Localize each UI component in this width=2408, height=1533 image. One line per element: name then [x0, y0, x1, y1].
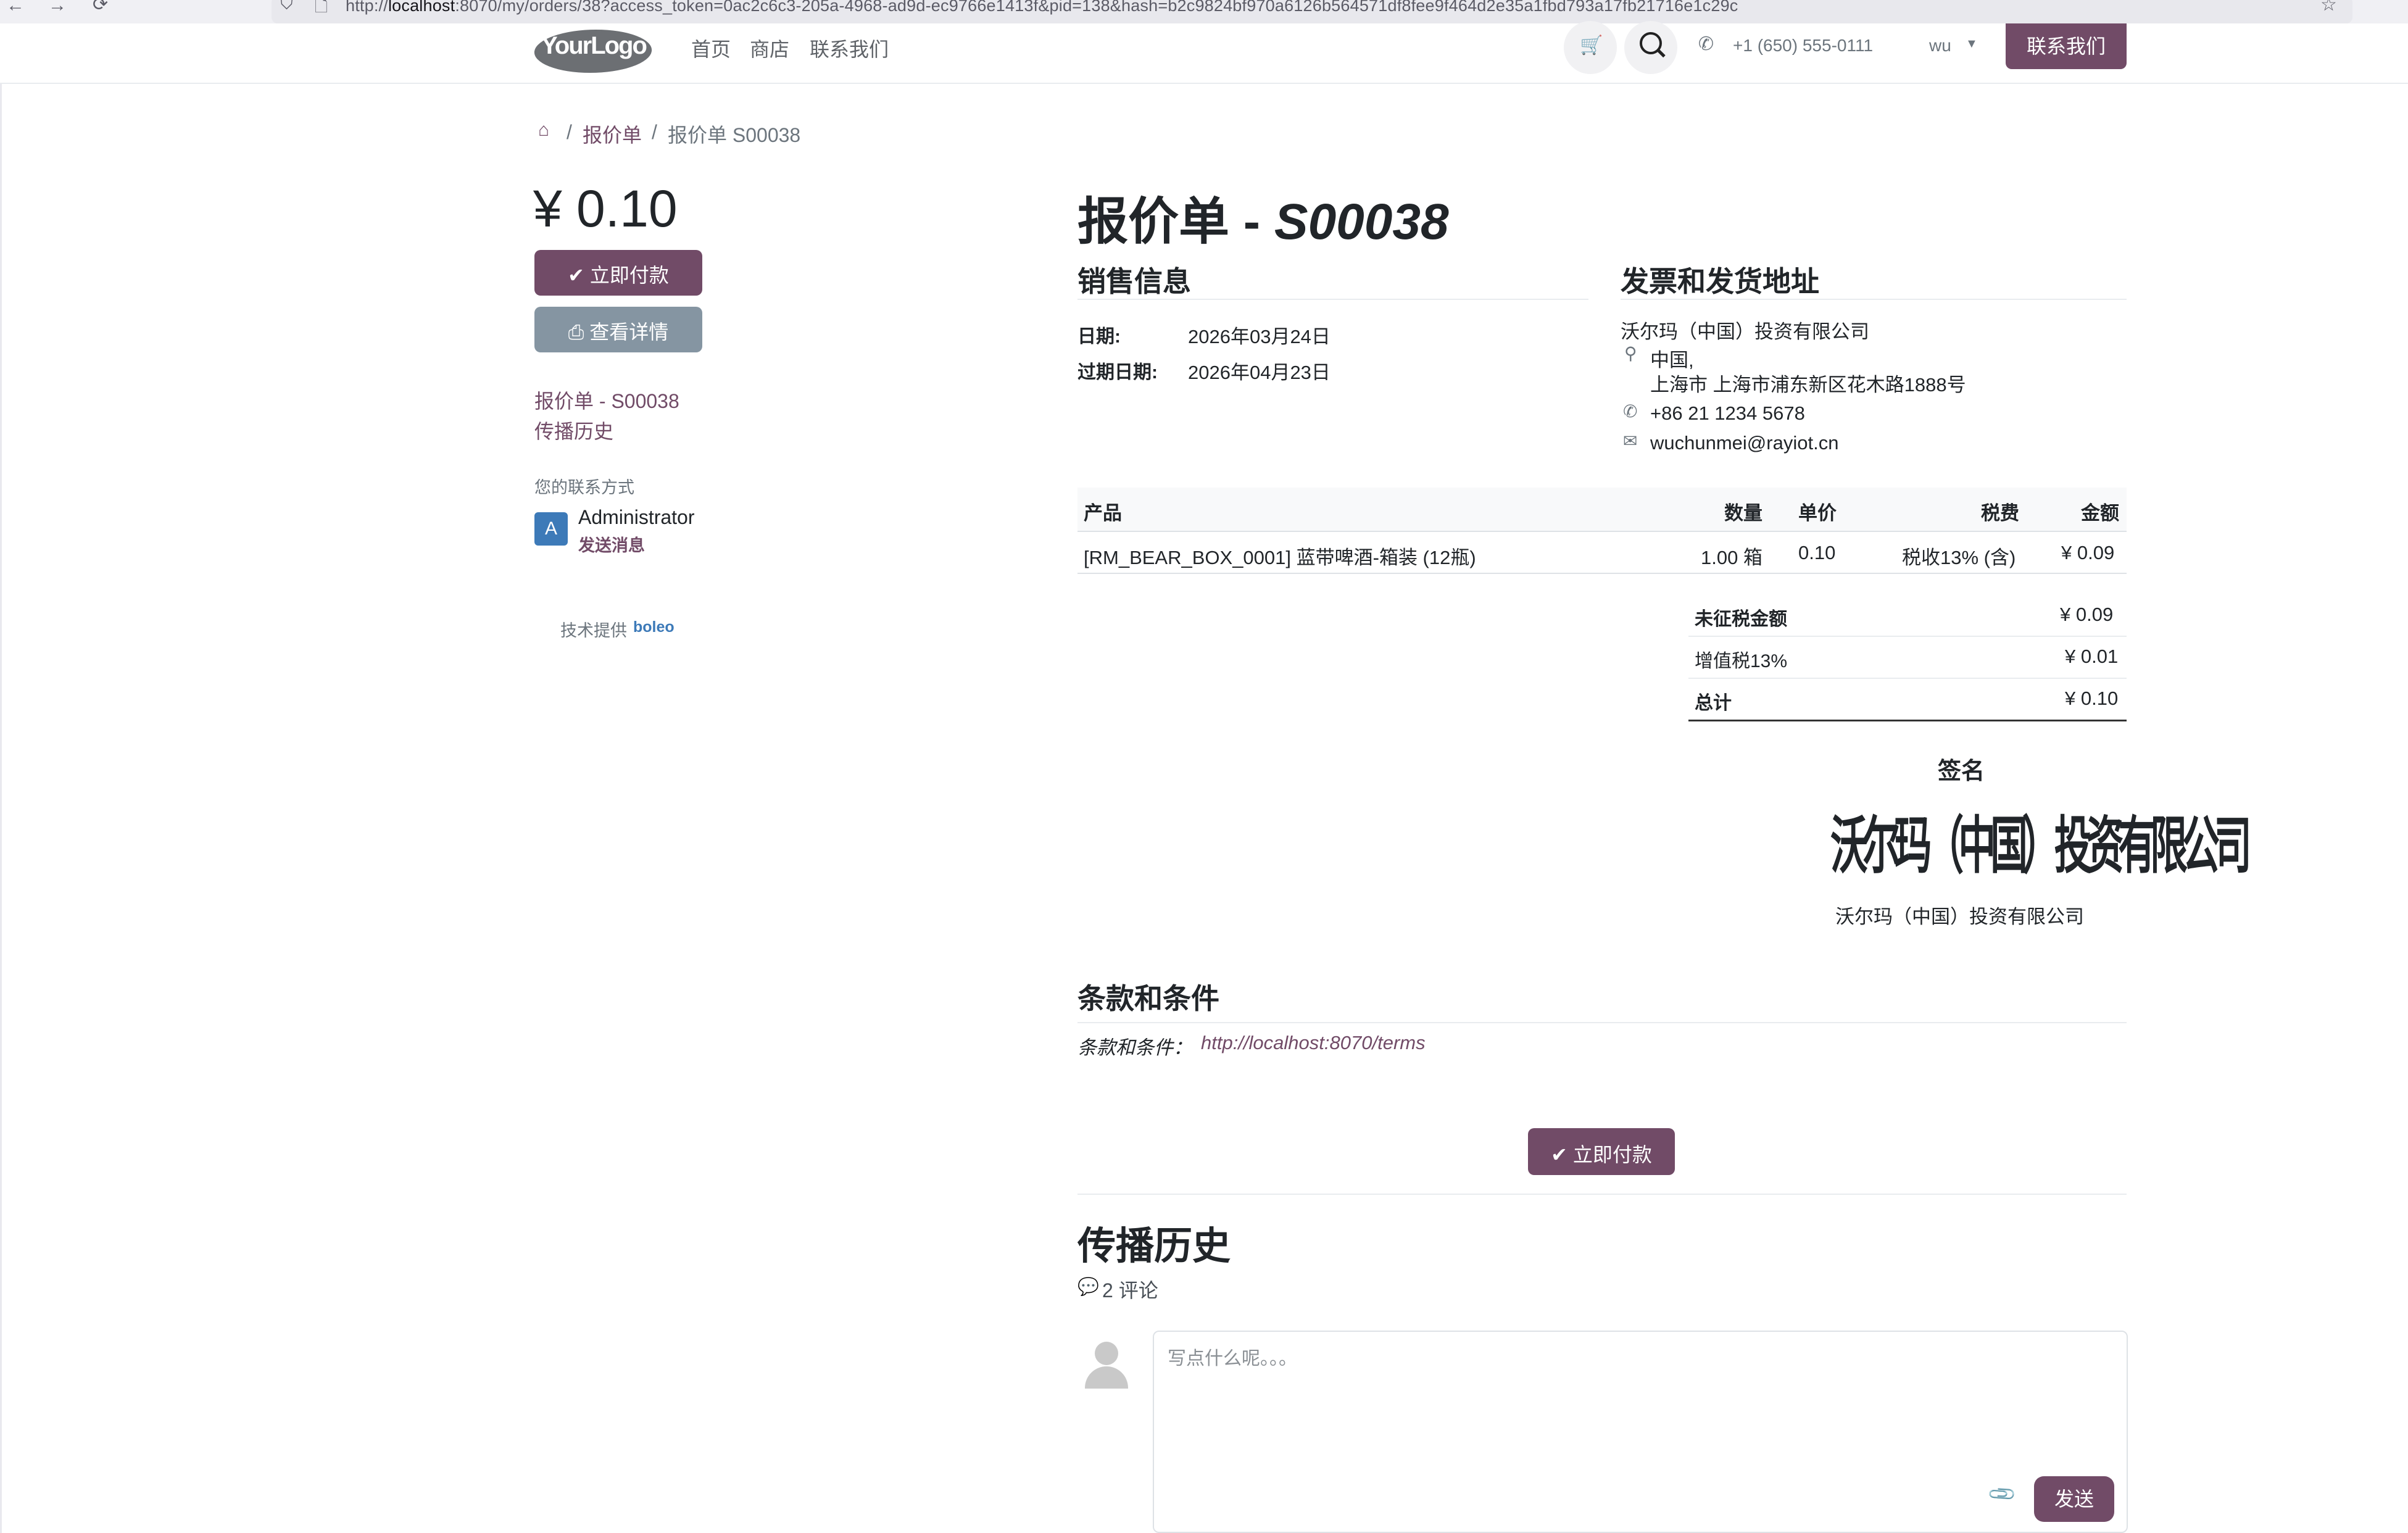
- divider-6: [1077, 1022, 2127, 1023]
- address-street: 上海市 上海市浦东新区花木路1888号: [1650, 374, 1966, 396]
- phone-icon: ✆: [1698, 34, 1714, 54]
- signature-title: 签名: [1938, 758, 1985, 784]
- contact-email: wuchunmei@rayiot.cn: [1650, 432, 1839, 454]
- bookmark-star-icon[interactable]: ☆: [2320, 0, 2337, 15]
- signer-name: 沃尔玛（中国）投资有限公司: [1835, 906, 2084, 928]
- logo-text: YourLogo: [541, 32, 647, 59]
- contact-name: Administrator: [578, 506, 695, 528]
- divider-4: [1688, 678, 2127, 679]
- divider-7: [1077, 1194, 2127, 1195]
- expiry-value: 2026年04月23日: [1188, 362, 1331, 383]
- view-label: 查看详情: [589, 321, 669, 343]
- contact-label: 您的联系方式: [534, 478, 634, 497]
- header-phone[interactable]: +1 (650) 555-0111: [1733, 36, 1873, 56]
- powered-brand[interactable]: boleo: [633, 618, 675, 636]
- sales-info-title: 销售信息: [1077, 265, 1191, 297]
- date-label: 日期:: [1077, 326, 1121, 347]
- terms-title: 条款和条件: [1077, 983, 1219, 1015]
- shield-icon[interactable]: ⛉: [280, 0, 293, 14]
- date-value: 2026年03月24日: [1188, 326, 1331, 347]
- tax-value: ¥ 0.01: [2065, 646, 2119, 667]
- total-value: ¥ 0.10: [2065, 688, 2119, 709]
- send-button[interactable]: 发送: [2034, 1476, 2114, 1522]
- title-ref: S00038: [1274, 194, 1449, 250]
- subtotal-label: 未征税金额: [1695, 609, 1787, 629]
- back-icon[interactable]: ←: [6, 0, 25, 16]
- bottom-pay-button[interactable]: ✔ 立即付款: [1528, 1128, 1675, 1175]
- forward-icon[interactable]: →: [48, 0, 67, 16]
- envelope-icon: ✉: [1623, 431, 1638, 451]
- divider-3: [1688, 636, 2127, 637]
- col-tax: 税费: [1981, 502, 2019, 524]
- total-label: 总计: [1695, 693, 1732, 713]
- sidebar-pay-button[interactable]: ✔ 立即付款: [534, 250, 702, 296]
- send-message-link[interactable]: 发送消息: [578, 532, 645, 556]
- sidebar-view-button[interactable]: ⎙ 查看详情: [534, 307, 702, 352]
- address-title: 发票和发货地址: [1621, 265, 1819, 297]
- avatar: A: [534, 512, 568, 546]
- printer-icon: ⎙: [568, 321, 584, 343]
- tax-label: 增值税13%: [1695, 651, 1788, 671]
- row-product: [RM_BEAR_BOX_0001] 蓝带啤酒-箱装 (12瓶): [1084, 547, 1476, 568]
- row-tax: 税收13% (含): [1902, 547, 2016, 568]
- col-price: 单价: [1798, 502, 1837, 524]
- history-title: 传播历史: [1077, 1225, 1231, 1268]
- address-country: 中国,: [1650, 349, 1694, 371]
- divider: [1077, 299, 1588, 300]
- comment-count: 2 评论: [1102, 1279, 1158, 1302]
- chevron-down-icon[interactable]: ▼: [1966, 37, 1978, 51]
- row-price: 0.10: [1798, 542, 1836, 563]
- bottom-pay-label: 立即付款: [1572, 1144, 1652, 1166]
- expiry-label: 过期日期:: [1077, 362, 1158, 383]
- row-qty: 1.00 箱: [1701, 547, 1762, 568]
- user-avatar-icon: [1081, 1339, 1131, 1389]
- reload-icon[interactable]: ⟳: [93, 0, 108, 15]
- breadcrumb-quotations[interactable]: 报价单: [583, 120, 642, 148]
- signature-image: 沃尔玛（中国）投资有限公司: [1830, 809, 2252, 883]
- check-icon: ✔: [568, 264, 584, 286]
- url-text[interactable]: http://localhost:8070/my/orders/38?acces…: [346, 0, 1738, 15]
- check-icon-2: ✔: [1551, 1144, 1567, 1166]
- breadcrumb-current: 报价单 S00038: [668, 124, 801, 146]
- comment-placeholder: 写点什么呢。。。: [1168, 1348, 1297, 1369]
- table-header: [1077, 488, 2127, 532]
- header-contact-button[interactable]: 联系我们: [2006, 23, 2127, 69]
- comments-icon: 💬: [1077, 1277, 1099, 1296]
- phone-icon-2: ✆: [1623, 402, 1638, 421]
- home-icon[interactable]: ⌂: [538, 120, 549, 141]
- sidebar-link-quotation[interactable]: 报价单 - S00038: [534, 386, 679, 414]
- col-amount: 金额: [2081, 502, 2119, 524]
- divider-5: [1688, 720, 2127, 721]
- subtotal-value: ¥ 0.09: [2060, 604, 2114, 625]
- col-qty: 数量: [1724, 502, 1762, 524]
- sidebar-link-history[interactable]: 传播历史: [534, 416, 613, 444]
- powered-by: 技术提供: [560, 621, 627, 640]
- page-icon: 🗋: [315, 0, 328, 15]
- sidebar-amount: ¥ 0.10: [533, 180, 678, 238]
- terms-link[interactable]: http://localhost:8070/terms: [1201, 1032, 1426, 1054]
- title-prefix: 报价单 -: [1077, 194, 1274, 250]
- nav-contact[interactable]: 联系我们: [810, 34, 889, 62]
- terms-label: 条款和条件：: [1077, 1037, 1192, 1058]
- user-menu[interactable]: wu: [1929, 36, 1951, 56]
- company-name: 沃尔玛（中国）投资有限公司: [1621, 321, 1869, 343]
- pay-label: 立即付款: [589, 264, 669, 286]
- cart-icon: 🛒: [1580, 35, 1603, 56]
- map-marker-icon: ⚲: [1624, 344, 1637, 363]
- divider-2: [1621, 299, 2127, 300]
- page-title: 报价单 - S00038: [1077, 180, 1449, 254]
- window-border: [0, 23, 2, 1533]
- nav-shop[interactable]: 商店: [750, 34, 789, 62]
- contact-phone: +86 21 1234 5678: [1650, 402, 1805, 424]
- comment-textarea[interactable]: [1153, 1331, 2128, 1533]
- col-product: 产品: [1084, 502, 1122, 524]
- breadcrumb-separator-2: /: [652, 121, 657, 143]
- breadcrumb-separator: /: [567, 121, 572, 143]
- row-amount: ¥ 0.09: [2061, 542, 2115, 563]
- nav-home[interactable]: 首页: [691, 34, 731, 62]
